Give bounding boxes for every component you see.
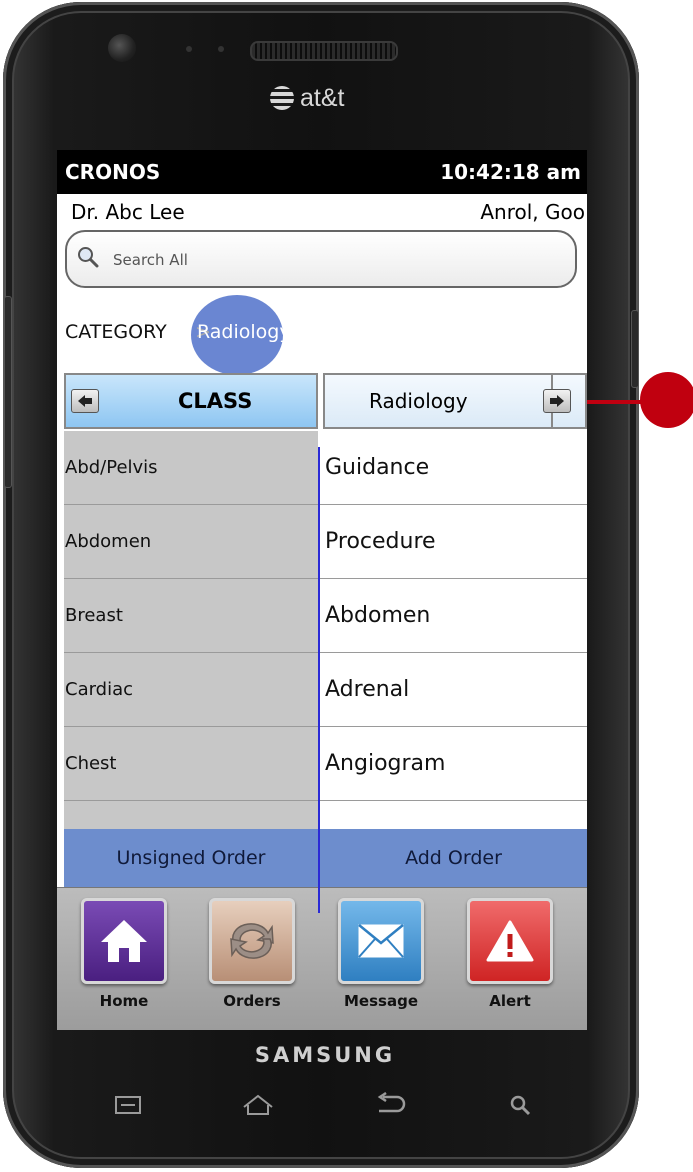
sensor-icon [218,46,224,52]
app-name: CRONOS [65,160,161,184]
menu-icon [115,1096,141,1114]
home-key[interactable] [238,1090,278,1120]
annotation-line [587,400,647,404]
breadcrumb-root[interactable]: CATEGORY [65,321,167,343]
item-label: Abdomen [325,603,431,628]
orders-icon [209,898,295,984]
volume-button [4,296,12,488]
message-icon [338,898,424,984]
item-list-item[interactable]: Abdomen [320,579,587,653]
class-header-label: CLASS [178,389,253,413]
add-order-button[interactable]: Add Order [320,829,587,887]
class-item-label: Abd/Pelvis [65,457,158,478]
carrier-globe-icon [270,86,294,110]
order-browser: Abd/Pelvis Abdomen Breast Cardiac Chest … [64,431,587,913]
class-list: Abd/Pelvis Abdomen Breast Cardiac Chest [64,431,318,829]
item-label: Guidance [325,455,430,480]
class-item-label: Abdomen [65,531,152,552]
bottom-dock: Home Orders Message Alert [57,887,587,1030]
alert-icon [467,898,553,984]
item-list: Guidance Procedure Abdomen Adrenal Angio… [320,431,587,829]
class-list-item[interactable]: Abd/Pelvis [64,431,318,505]
column-divider [318,447,320,913]
power-button [631,310,639,388]
sensor-icon [186,46,192,52]
breadcrumb-current[interactable]: Radiology [197,321,291,343]
class-item-label: Breast [65,605,123,626]
next-button[interactable] [543,389,571,413]
class-item-label: Chest [65,753,117,774]
speaker-grille [250,41,398,61]
item-list-item[interactable]: Procedure [320,505,587,579]
app-screen: CRONOS 10:42:18 am Dr. Abc Lee Anrol, Go… [57,150,587,1030]
menu-key[interactable] [108,1090,148,1120]
brand-logo: SAMSUNG [254,1043,396,1067]
annotation-marker [640,372,693,428]
class-list-item[interactable]: Cardiac [64,653,318,727]
front-camera-icon [108,34,136,62]
home-outline-icon [243,1094,273,1115]
item-label: Adrenal [325,677,410,702]
dock-orders[interactable]: Orders [205,898,299,1016]
unsigned-order-button[interactable]: Unsigned Order [64,829,318,887]
item-label: Procedure [325,529,436,554]
category-header-label: Radiology [369,389,468,413]
dock-message-label: Message [344,992,418,1010]
arrow-left-icon [78,395,92,407]
dock-alert-label: Alert [489,992,531,1010]
class-list-item[interactable]: Chest [64,727,318,801]
search-icon [78,247,99,268]
carrier-logo: at&t [270,82,380,114]
order-actions: Unsigned Order Add Order [64,829,587,887]
search-input[interactable] [111,246,555,274]
item-label: Angiogram [325,751,446,776]
search-key[interactable] [500,1090,540,1120]
prev-button[interactable] [71,389,99,413]
doctor-name: Dr. Abc Lee [71,200,185,224]
dock-message[interactable]: Message [334,898,428,1016]
carrier-name: at&t [300,83,345,112]
class-item-label: Cardiac [65,679,134,700]
status-bar: CRONOS 10:42:18 am [57,150,587,194]
back-icon [377,1092,406,1113]
clock: 10:42:18 am [440,160,581,184]
next-button-cell [543,373,587,429]
breadcrumb: CATEGORY > Radiology [63,295,363,375]
dock-home-label: Home [99,992,149,1010]
item-list-item[interactable]: Adrenal [320,653,587,727]
arrow-right-icon [550,395,564,407]
back-key[interactable] [370,1090,410,1120]
column-header-bar: CLASS Radiology [57,373,587,431]
class-list-item[interactable]: Breast [64,579,318,653]
patient-name[interactable]: Anrol, Goo [480,200,585,224]
class-list-item[interactable]: Abdomen [64,505,318,579]
dock-orders-label: Orders [223,992,281,1010]
category-column-header: Radiology [323,373,553,429]
item-list-item[interactable]: Guidance [320,431,587,505]
item-list-item[interactable]: Angiogram [320,727,587,801]
home-icon [81,898,167,984]
dock-home[interactable]: Home [77,898,171,1016]
dock-alert[interactable]: Alert [463,898,557,1016]
context-header: Dr. Abc Lee Anrol, Goo [57,194,587,230]
search-key-icon [510,1095,531,1116]
search-bar[interactable] [65,230,577,288]
class-column-header: CLASS [64,373,318,429]
